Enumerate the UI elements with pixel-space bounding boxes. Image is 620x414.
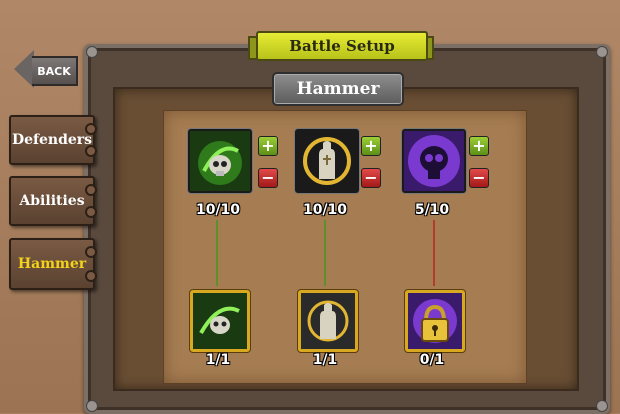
back-label: BACK xyxy=(32,56,78,86)
add-upgrade-button[interactable]: + xyxy=(469,136,489,156)
bonus-count: 1/1 xyxy=(205,352,231,368)
sidebar-item-hammer[interactable]: Hammer xyxy=(9,238,97,290)
sidebar-item-label: Abilities xyxy=(19,193,85,209)
connector-line xyxy=(324,220,326,286)
connector-line xyxy=(216,220,218,286)
upgrade-level: 10/10 xyxy=(302,202,348,218)
remove-upgrade-button[interactable]: − xyxy=(361,168,381,188)
page-title: Battle Setup xyxy=(256,31,428,61)
upgrade-level: 10/10 xyxy=(195,202,241,218)
add-upgrade-button[interactable]: + xyxy=(258,136,278,156)
panel-title: Hammer xyxy=(272,72,404,106)
locked-bonus-icon[interactable] xyxy=(405,290,465,352)
bonus-count: 0/1 xyxy=(419,352,445,368)
purple-skull-icon[interactable] xyxy=(402,129,466,193)
sidebar-item-defenders[interactable]: Defenders xyxy=(9,115,97,165)
sidebar-item-label: Defenders xyxy=(11,132,93,148)
remove-upgrade-button[interactable]: − xyxy=(258,168,278,188)
upgrade-level: 5/10 xyxy=(414,202,450,218)
green-skull-icon[interactable] xyxy=(188,129,252,193)
add-upgrade-button[interactable]: + xyxy=(361,136,381,156)
connector-line xyxy=(433,220,435,286)
green-skull-bonus-icon[interactable] xyxy=(190,290,250,352)
golden-hand-bonus-icon[interactable] xyxy=(298,290,358,352)
back-button[interactable]: BACK xyxy=(14,50,78,88)
header-banner: Battle Setup xyxy=(248,26,434,62)
sidebar-item-abilities[interactable]: Abilities xyxy=(9,176,97,226)
golden-hand-icon[interactable] xyxy=(295,129,359,193)
back-arrow-icon xyxy=(14,50,34,88)
sidebar-item-label: Hammer xyxy=(17,256,87,272)
remove-upgrade-button[interactable]: − xyxy=(469,168,489,188)
bonus-count: 1/1 xyxy=(312,352,338,368)
